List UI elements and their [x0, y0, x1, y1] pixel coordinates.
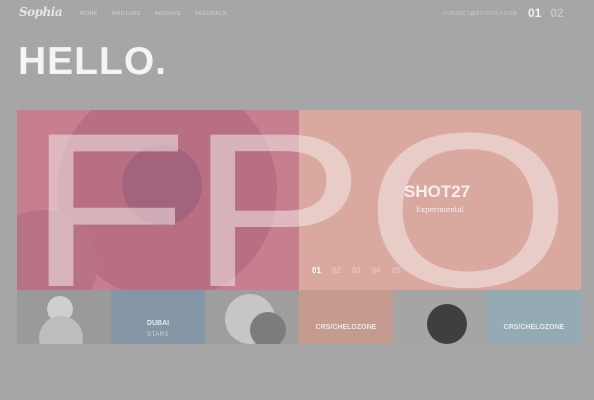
thumbnail[interactable]: DUBAI STARS [111, 290, 205, 344]
contact-email-link[interactable]: CONTACT@SCOOTLY.COM [443, 11, 517, 17]
main-nav: WORK HOUTURE ARCHIVE FEEDBACK [80, 11, 227, 17]
thumbnail-title: CRS/CHELOZONE [503, 324, 565, 331]
thumbnail[interactable] [393, 290, 487, 344]
nav-item-feedback[interactable]: FEEDBACK [195, 11, 227, 17]
thumbnail-figure [39, 316, 83, 344]
thumbnail[interactable] [205, 290, 299, 344]
slide-01-button[interactable]: 01 [312, 266, 321, 275]
hero-title: HELLO. [18, 40, 167, 83]
nav-item-work[interactable]: WORK [80, 11, 98, 17]
page-02-button[interactable]: 02 [550, 6, 563, 20]
thumbnail-title: CRS/CHELOZONE [315, 324, 377, 331]
featured-title: SHOT27 [404, 182, 471, 201]
thumbnail[interactable]: CRS/CHELOZONE [299, 290, 393, 344]
slide-02-button[interactable]: 02 [332, 266, 341, 275]
featured-image[interactable] [17, 110, 299, 290]
slide-03-button[interactable]: 03 [352, 266, 361, 275]
top-bar: Sophia WORK HOUTURE ARCHIVE FEEDBACK CON… [0, 0, 594, 28]
thumbnail-figure [427, 304, 467, 344]
work-gallery: SHOT27 Experimental 01 02 03 04 05 DUBAI… [17, 110, 581, 344]
thumbnail-figure [250, 312, 286, 344]
featured-subtitle: Experimental [416, 206, 464, 214]
slide-04-button[interactable]: 04 [372, 266, 381, 275]
thumbnail-subtitle: STARS [146, 332, 170, 338]
image-shape [122, 145, 202, 225]
nav-item-archive[interactable]: ARCHIVE [155, 11, 181, 17]
brand-logo[interactable]: Sophia [19, 5, 63, 19]
thumbnail-row: DUBAI STARS CRS/CHELOZONE CRS/CHELOZONE [17, 290, 581, 344]
slide-05-button[interactable]: 05 [392, 266, 401, 275]
featured-card[interactable]: SHOT27 Experimental 01 02 03 04 05 [299, 110, 581, 290]
thumbnail-title: DUBAI [146, 320, 170, 327]
nav-item-houture[interactable]: HOUTURE [112, 11, 141, 17]
thumbnail[interactable]: CRS/CHELOZONE [487, 290, 581, 344]
thumbnail[interactable] [17, 290, 111, 344]
page-01-button[interactable]: 01 [528, 6, 541, 20]
page-switcher: 01 02 [528, 6, 564, 20]
slide-pagination: 01 02 03 04 05 [312, 266, 401, 275]
